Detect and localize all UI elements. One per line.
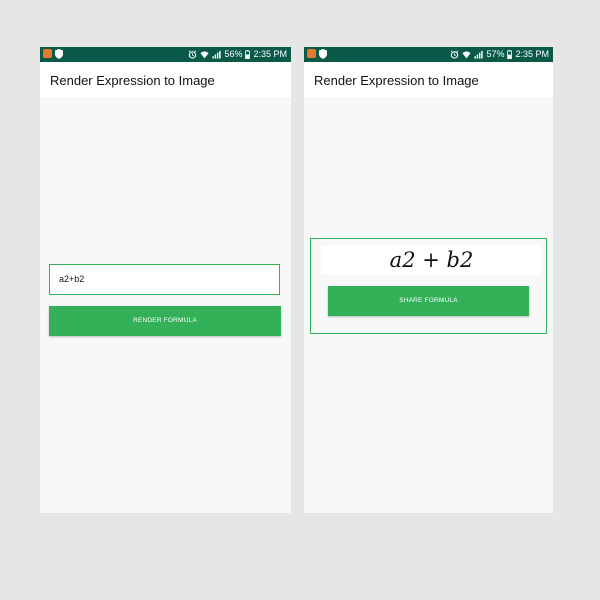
battery-percent: 56% [224, 49, 243, 59]
wifi-icon [200, 51, 210, 59]
app-bar: Render Expression to Image [40, 62, 291, 98]
battery-icon [507, 50, 513, 59]
shield-icon [319, 49, 327, 59]
app-bar: Render Expression to Image [304, 62, 553, 98]
alarm-icon [451, 50, 459, 59]
status-bar: 57% 2:35 PM [304, 47, 553, 62]
app-title: Render Expression to Image [50, 73, 215, 88]
phone-screen-result: 57% 2:35 PM Render Expression to Image a… [304, 47, 553, 513]
status-time: 2:35 PM [253, 49, 287, 59]
formula-input[interactable]: a2+b2 [49, 264, 280, 295]
app-notification-icon [43, 49, 52, 58]
phone-screen-input: 56% 2:35 PM Render Expression to Image a… [40, 47, 291, 513]
rendered-formula-text: a2 + b2 [389, 248, 474, 272]
render-formula-button[interactable]: RENDER FORMULA [49, 306, 281, 336]
status-bar: 56% 2:35 PM [40, 47, 291, 62]
share-formula-button[interactable]: SHARE FORMULA [328, 286, 529, 316]
alarm-icon [189, 50, 197, 59]
battery-icon [245, 50, 251, 59]
signal-icon [212, 50, 222, 59]
shield-icon [55, 49, 63, 59]
app-title: Render Expression to Image [314, 73, 479, 88]
rendered-formula-image: a2 + b2 [321, 245, 542, 275]
signal-icon [474, 50, 484, 59]
app-notification-icon [307, 49, 316, 58]
formula-result-card: a2 + b2 SHARE FORMULA [310, 238, 547, 334]
wifi-icon [462, 51, 472, 59]
battery-percent: 57% [486, 49, 505, 59]
status-time: 2:35 PM [515, 49, 549, 59]
